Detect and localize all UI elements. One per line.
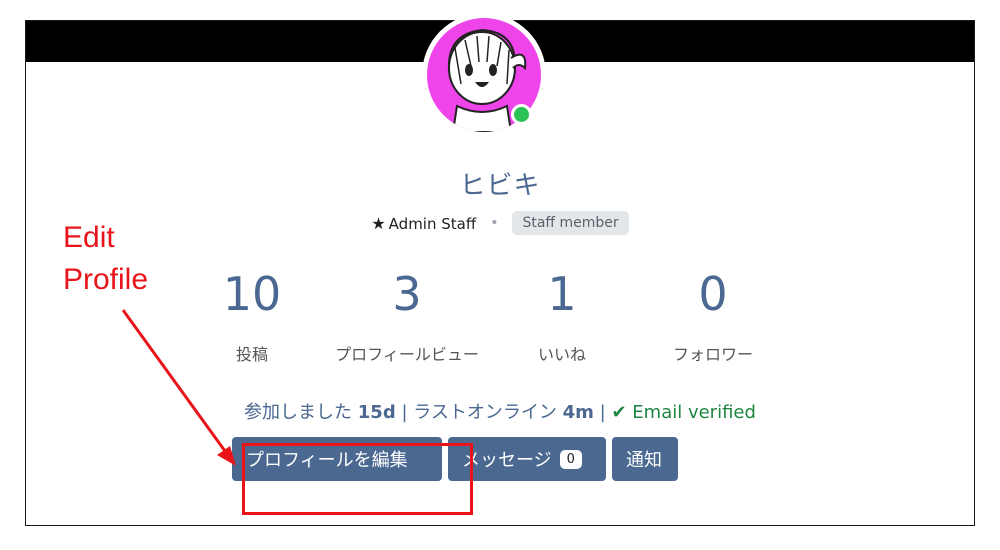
annotation-arrow [121, 309, 236, 466]
